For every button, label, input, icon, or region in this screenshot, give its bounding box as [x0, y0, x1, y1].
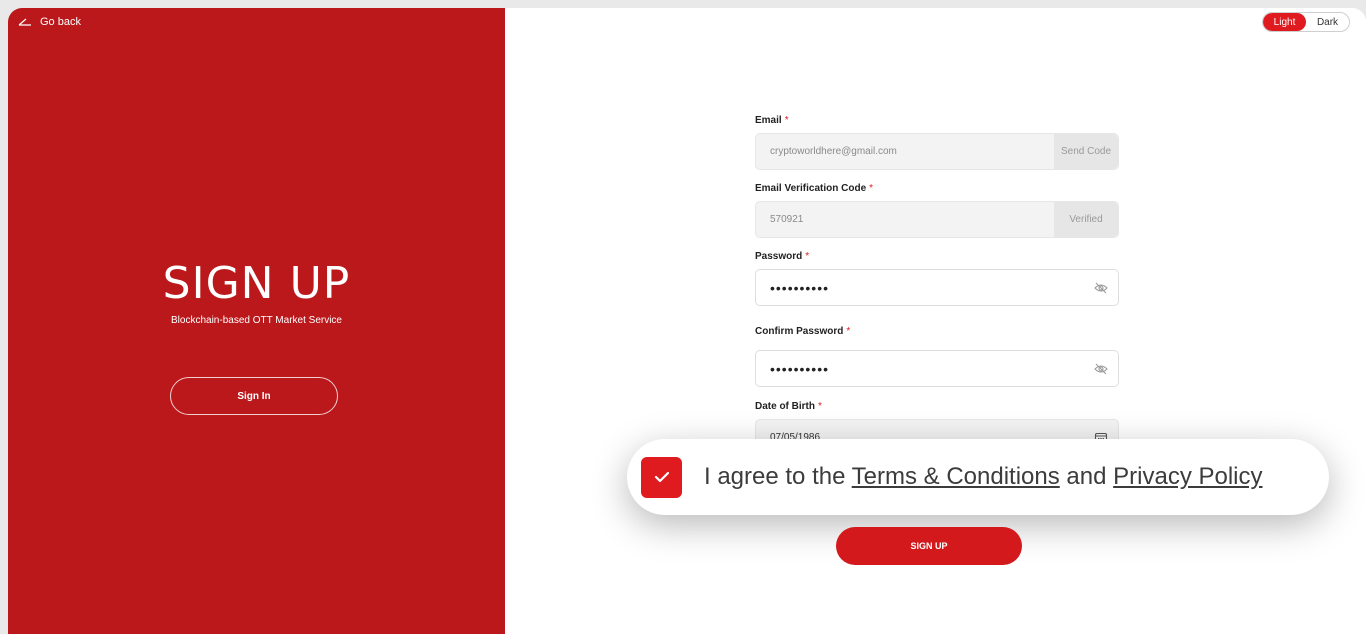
required-marker: *: [869, 183, 874, 194]
password-value: ••••••••••: [770, 279, 830, 296]
email-label: Email *: [755, 115, 1119, 129]
dob-label-text: Date of Birth: [755, 401, 815, 412]
dob-label: Date of Birth *: [755, 401, 1119, 415]
go-back-link[interactable]: Go back: [18, 16, 81, 28]
confirm-password-label-text: Confirm Password: [755, 326, 844, 337]
agree-checkbox[interactable]: [641, 456, 682, 498]
required-marker: *: [805, 251, 810, 262]
agreement-prefix: I agree to the: [704, 463, 852, 490]
checkmark-icon: [654, 471, 669, 483]
theme-toggle[interactable]: Light Dark: [1262, 12, 1350, 32]
password-label-text: Password: [755, 251, 803, 262]
password-group: Password * ••••••••••: [755, 251, 1119, 306]
password-field[interactable]: ••••••••••: [755, 269, 1119, 306]
confirm-password-label: Confirm Password *: [755, 326, 1119, 340]
theme-dark-option[interactable]: Dark: [1306, 13, 1349, 31]
verified-badge: Verified: [1054, 202, 1118, 237]
email-value: cryptoworldhere@gmail.com: [770, 146, 897, 157]
password-label: Password *: [755, 251, 1119, 265]
email-group: Email * cryptoworldhere@gmail.com Send Co…: [755, 115, 1119, 170]
sign-up-button[interactable]: SIGN UP: [836, 527, 1022, 565]
back-arrow-icon: [18, 18, 32, 26]
confirm-password-group: Confirm Password * ••••••••••: [755, 326, 1119, 387]
page-subtitle: Blockchain-based OTT Market Service: [171, 315, 342, 326]
send-code-button[interactable]: Send Code: [1054, 134, 1118, 169]
confirm-password-field[interactable]: ••••••••••: [755, 350, 1119, 387]
required-marker: *: [846, 326, 851, 337]
sign-in-button[interactable]: Sign In: [170, 377, 338, 415]
required-marker: *: [784, 115, 789, 126]
go-back-label: Go back: [40, 16, 81, 28]
required-marker: *: [818, 401, 822, 412]
email-field[interactable]: cryptoworldhere@gmail.com Send Code: [755, 133, 1119, 170]
left-panel: Go back SIGN UP Blockchain-based OTT Mar…: [8, 8, 505, 634]
verification-code-value: 570921: [770, 214, 804, 225]
eye-off-icon[interactable]: [1094, 281, 1108, 295]
app-frame: Go back SIGN UP Blockchain-based OTT Mar…: [8, 8, 1366, 634]
theme-light-option[interactable]: Light: [1263, 13, 1306, 31]
verification-label: Email Verification Code *: [755, 183, 1119, 197]
agreement-text: I agree to the Terms & Conditions and Pr…: [704, 463, 1263, 491]
verification-label-text: Email Verification Code: [755, 183, 867, 194]
verification-code-field[interactable]: 570921 Verified: [755, 201, 1119, 238]
email-label-text: Email: [755, 115, 782, 126]
agreement-middle: and: [1059, 463, 1114, 490]
agreement-callout: I agree to the Terms & Conditions and Pr…: [627, 439, 1329, 515]
confirm-password-value: ••••••••••: [770, 360, 830, 377]
verification-group: Email Verification Code * 570921 Verified: [755, 183, 1119, 238]
privacy-link[interactable]: Privacy Policy: [1113, 463, 1262, 490]
terms-link[interactable]: Terms & Conditions: [852, 463, 1060, 490]
eye-off-icon[interactable]: [1094, 362, 1108, 376]
page-title: SIGN UP: [162, 258, 351, 309]
